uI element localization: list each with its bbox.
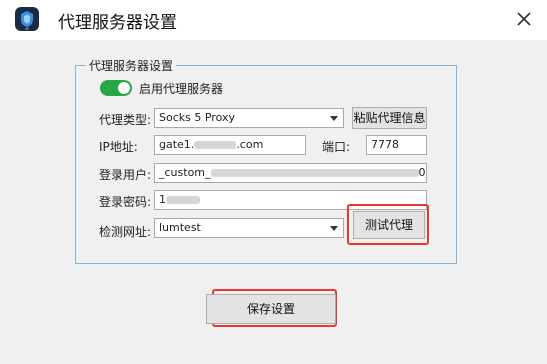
user-value-suffix: 0 bbox=[418, 166, 426, 179]
toggle-knob bbox=[118, 82, 130, 94]
ip-address-label: IP地址: bbox=[99, 140, 138, 154]
password-value-prefix: 1 bbox=[159, 193, 166, 206]
title-bar: BB 代理服务器设置 bbox=[0, 0, 547, 40]
login-user-input[interactable]: _custom_ 0 bbox=[154, 163, 427, 183]
login-user-label: 登录用户: bbox=[99, 168, 152, 182]
user-value-prefix: _custom_ bbox=[159, 166, 211, 179]
port-value: 7778 bbox=[371, 138, 399, 151]
proxy-type-select[interactable]: Socks 5 Proxy bbox=[154, 108, 344, 128]
ip-value-suffix: .com bbox=[236, 138, 264, 151]
save-settings-button[interactable]: 保存设置 bbox=[206, 294, 336, 324]
chevron-down-icon bbox=[330, 116, 338, 121]
redacted-text bbox=[166, 196, 200, 204]
port-input[interactable]: 7778 bbox=[366, 135, 427, 155]
svg-text:BB: BB bbox=[25, 27, 29, 31]
app-logo-icon: BB bbox=[15, 7, 39, 31]
check-url-select[interactable]: lumtest bbox=[154, 218, 344, 238]
check-url-value: lumtest bbox=[159, 221, 201, 234]
proxy-type-label: 代理类型: bbox=[99, 113, 152, 127]
paste-proxy-info-button[interactable]: 粘贴代理信息 bbox=[352, 107, 427, 129]
login-password-label: 登录密码: bbox=[99, 195, 152, 209]
proxy-type-value: Socks 5 Proxy bbox=[159, 111, 235, 124]
enable-proxy-label: 启用代理服务器 bbox=[139, 82, 224, 96]
close-icon[interactable] bbox=[513, 8, 535, 30]
ip-value-prefix: gate1. bbox=[159, 138, 195, 151]
redacted-text bbox=[194, 141, 237, 149]
check-url-label: 检测网址: bbox=[99, 225, 152, 239]
group-legend: 代理服务器设置 bbox=[89, 59, 174, 73]
test-proxy-button[interactable]: 测试代理 bbox=[353, 211, 425, 239]
ip-address-input[interactable]: gate1. .com bbox=[154, 135, 306, 155]
port-label: 端口: bbox=[322, 140, 351, 154]
window-title: 代理服务器设置 bbox=[58, 13, 177, 33]
enable-proxy-toggle[interactable] bbox=[100, 80, 132, 96]
chevron-down-icon bbox=[330, 226, 338, 231]
redacted-text bbox=[210, 169, 419, 177]
dialog-content: 代理服务器设置 启用代理服务器 代理类型: Socks 5 Proxy 粘贴代理… bbox=[0, 40, 547, 364]
